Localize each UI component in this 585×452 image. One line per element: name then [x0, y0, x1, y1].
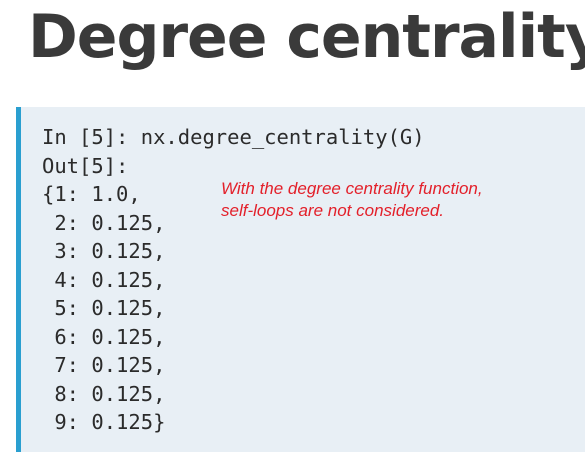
- code-line-output-label: Out[5]:: [42, 153, 129, 178]
- code-line-output: 4: 0.125,: [42, 267, 166, 292]
- code-line-output: 6: 0.125,: [42, 324, 166, 349]
- code-block: In [5]: nx.degree_centrality(G) Out[5]: {1…: [16, 107, 585, 452]
- code-text: In [5]: nx.degree_centrality(G) Out[5]: {1…: [42, 123, 425, 437]
- annotation-line: self-loops are not considered.: [221, 201, 445, 220]
- annotation-line: With the degree centrality function,: [221, 179, 483, 198]
- annotation-note: With the degree centrality function, sel…: [221, 178, 483, 222]
- code-line-output: 7: 0.125,: [42, 353, 166, 377]
- page-title: Degree centrality: [28, 2, 585, 72]
- code-line-input: In [5]: nx.degree_centrality(G): [42, 125, 425, 149]
- slide: Degree centrality In [5]: nx.degree_cent…: [0, 0, 585, 452]
- code-line-output: 3: 0.125,: [42, 239, 166, 263]
- code-line-output: 9: 0.125}: [42, 410, 166, 434]
- code-line-output: 8: 0.125,: [42, 381, 166, 406]
- code-line-output: 5: 0.125,: [42, 296, 166, 320]
